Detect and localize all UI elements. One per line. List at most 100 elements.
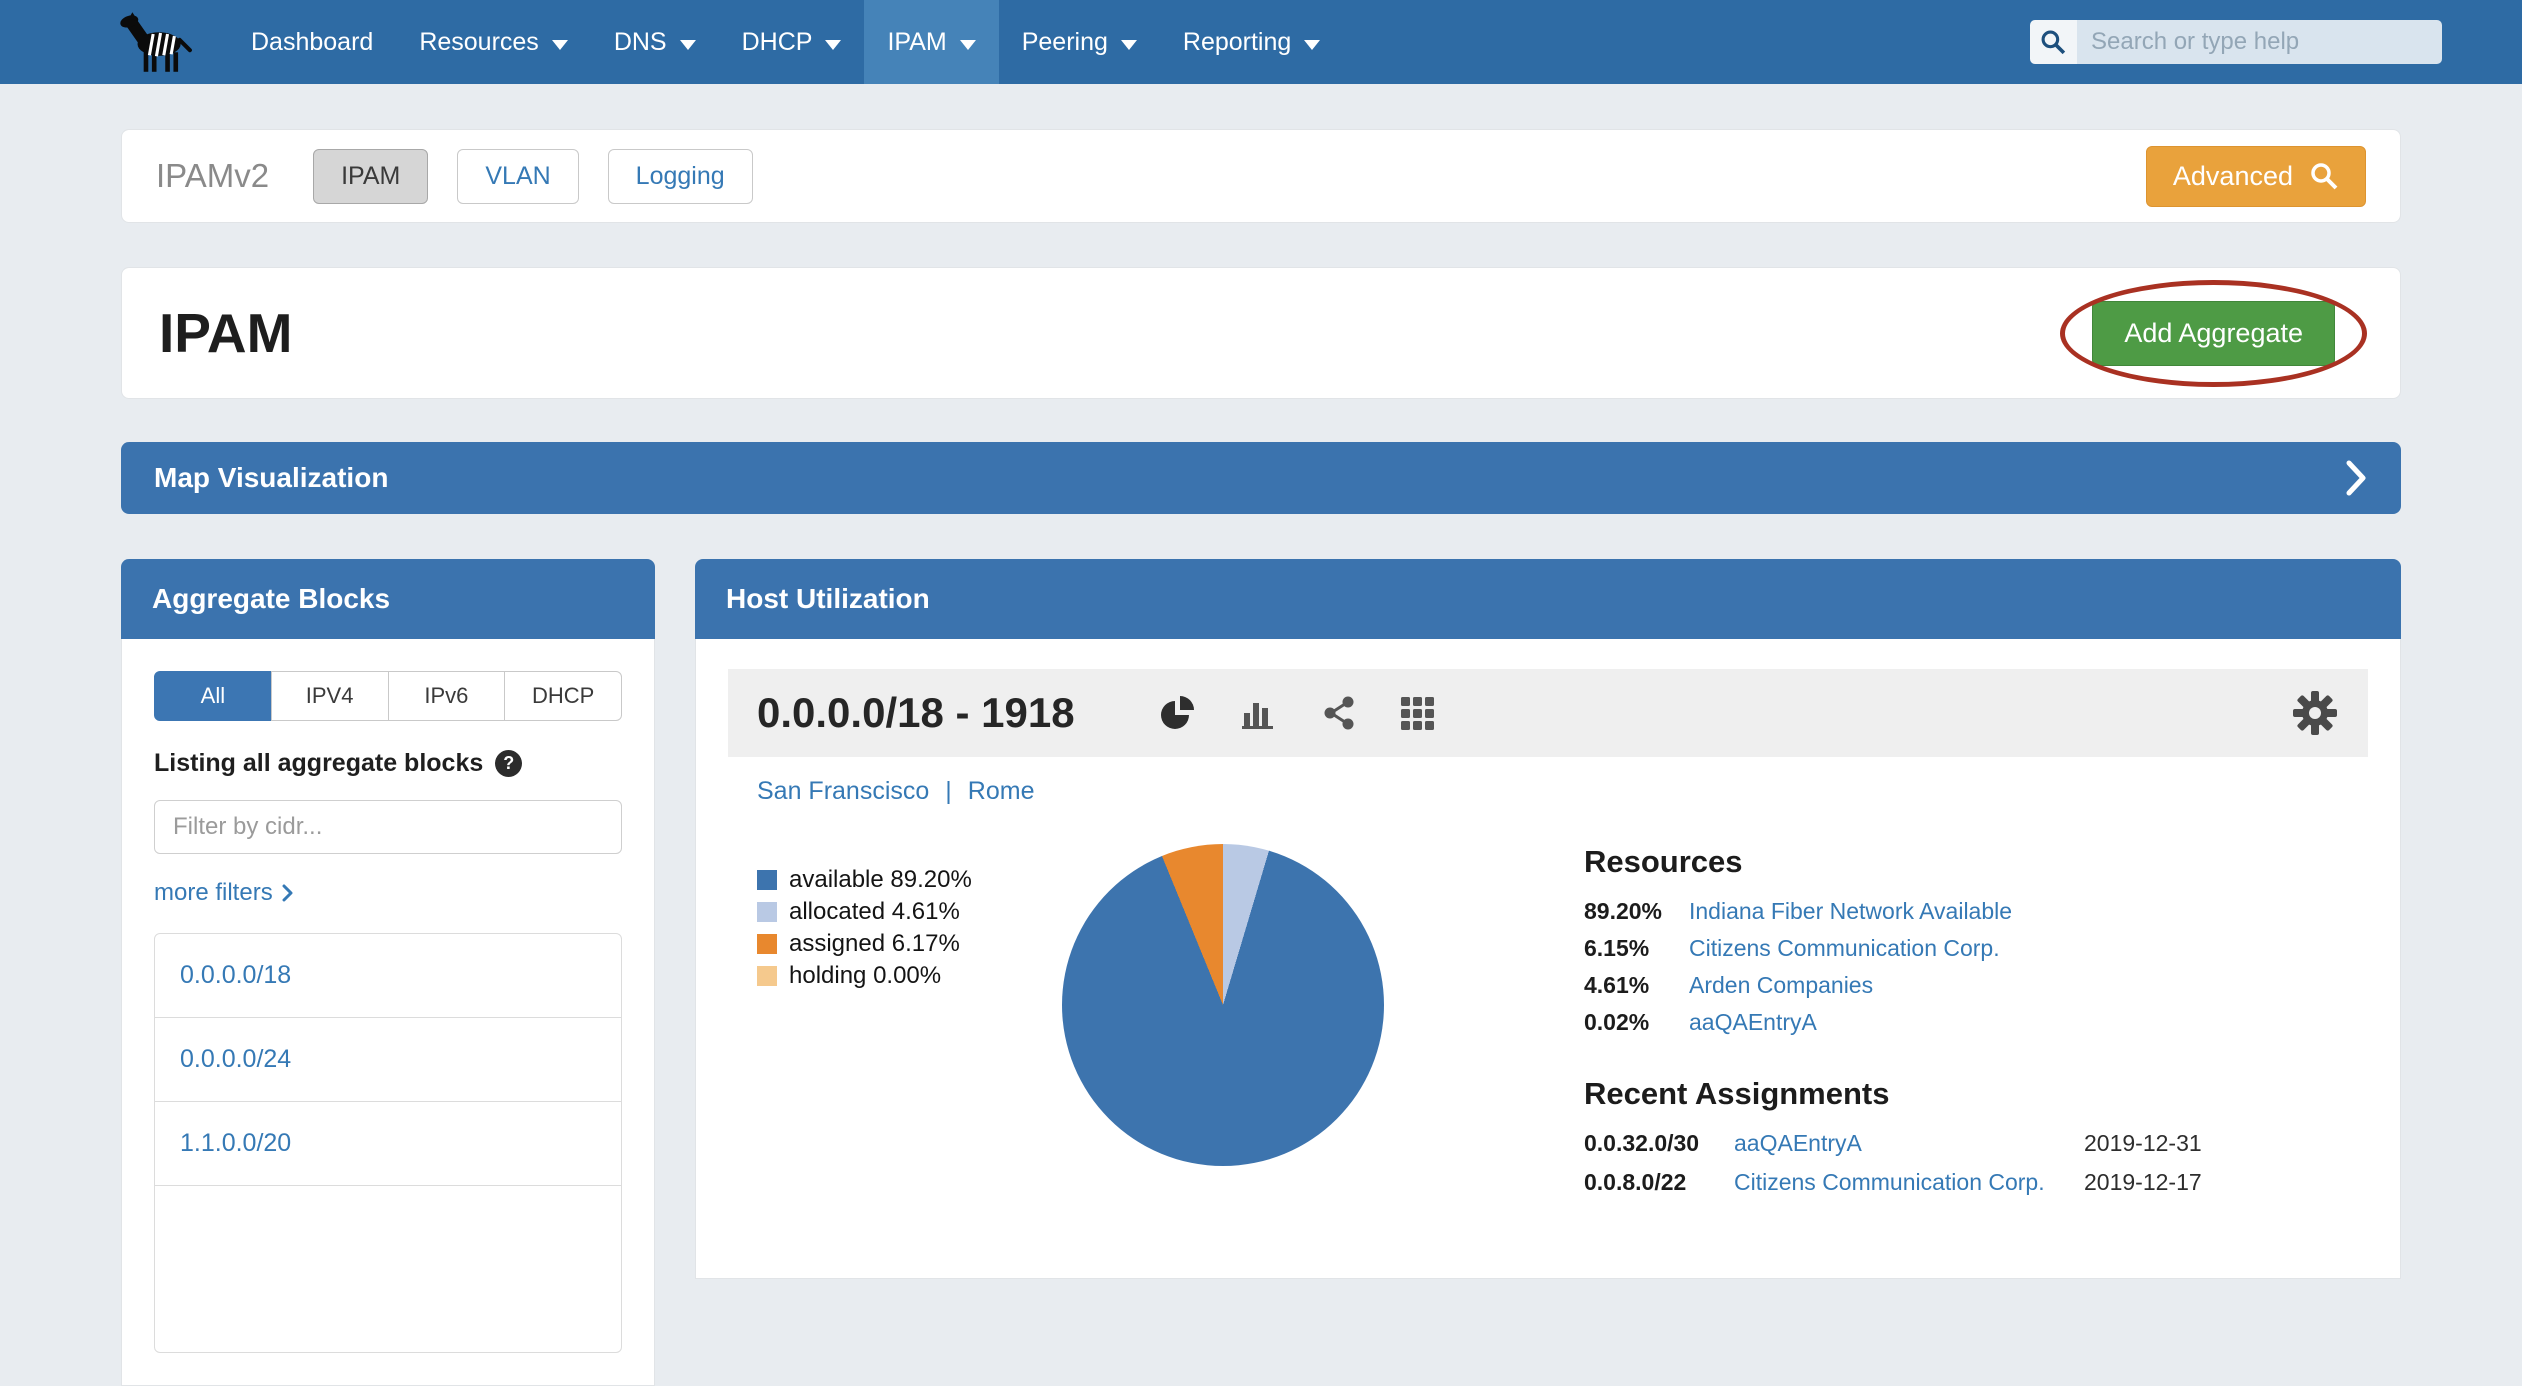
chevron-right-icon [2346, 460, 2368, 496]
legend-label: allocated 4.61% [789, 896, 960, 928]
aggregate-blocks-header: Aggregate Blocks [121, 559, 655, 639]
nav-item-dhcp[interactable]: DHCP [719, 0, 865, 84]
add-aggregate-button[interactable]: Add Aggregate [2092, 301, 2335, 366]
separator: | [945, 777, 952, 806]
nav-item-ipam[interactable]: IPAM [864, 0, 998, 84]
filter-tab-ipv6[interactable]: IPv6 [388, 671, 506, 721]
legend-swatch [757, 934, 777, 954]
pie-chart-icon[interactable] [1159, 695, 1195, 731]
resources-column: Resources 89.20%Indiana Fiber Network Av… [1584, 844, 2368, 1196]
location-link[interactable]: Rome [968, 777, 1035, 806]
page-title: IPAM [159, 301, 292, 365]
chevron-down-icon [552, 40, 568, 50]
resource-percent: 89.20% [1584, 898, 1689, 925]
view-mode-icons [1159, 695, 1434, 731]
more-filters-link[interactable]: more filters [154, 879, 622, 907]
resources-heading: Resources [1584, 844, 2368, 880]
assignment-link[interactable]: aaQAEntryA [1734, 1130, 2084, 1157]
more-filters-label: more filters [154, 879, 273, 907]
advanced-search-button[interactable]: Advanced [2146, 146, 2366, 207]
help-icon[interactable] [495, 750, 522, 777]
nav-label: IPAM [887, 28, 946, 57]
tab-ipam[interactable]: IPAM [313, 149, 428, 204]
listing-label-text: Listing all aggregate blocks [154, 749, 483, 778]
resource-percent: 6.15% [1584, 935, 1689, 962]
filter-tab-dhcp[interactable]: DHCP [504, 671, 622, 721]
assignment-link[interactable]: Citizens Communication Corp. [1734, 1169, 2084, 1196]
resource-link[interactable]: Citizens Communication Corp. [1689, 935, 2368, 962]
grid-icon[interactable] [1401, 697, 1434, 730]
host-utilization-header: Host Utilization [695, 559, 2401, 639]
resource-percent: 4.61% [1584, 972, 1689, 999]
chevron-down-icon [1304, 40, 1320, 50]
ipam-page-header: IPAM Add Aggregate [121, 267, 2401, 399]
aggregate-blocks-title: Aggregate Blocks [152, 583, 390, 615]
assignment-date: 2019-12-31 [2084, 1130, 2368, 1157]
ipamv2-toolbar: IPAMv2 IPAM VLAN Logging Advanced [121, 129, 2401, 223]
nav-item-resources[interactable]: Resources [396, 0, 591, 84]
utilization-chart-row: available 89.20% allocated 4.61% assigne… [728, 844, 2368, 1196]
nav-label: Reporting [1183, 28, 1291, 57]
search-icon [2040, 29, 2067, 56]
utilization-strip: 0.0.0.0/18 - 1918 [728, 669, 2368, 757]
gear-icon [2291, 689, 2339, 737]
nav-item-peering[interactable]: Peering [999, 0, 1160, 84]
top-navbar: Dashboard Resources DNS DHCP IPAM Peerin… [0, 0, 2522, 84]
legend-swatch [757, 870, 777, 890]
chevron-right-icon [282, 884, 294, 902]
assignment-cidr: 0.0.8.0/22 [1584, 1169, 1734, 1196]
nav-label: Resources [419, 28, 539, 57]
legend-swatch [757, 902, 777, 922]
add-aggregate-wrap: Add Aggregate [2092, 301, 2335, 366]
share-icon[interactable] [1321, 695, 1357, 731]
nav-label: DNS [614, 28, 667, 57]
panels-row: Aggregate Blocks All IPV4 IPv6 DHCP List… [121, 559, 2401, 1279]
legend-item: holding 0.00% [757, 960, 1007, 992]
nav-label: DHCP [742, 28, 813, 57]
host-utilization-body: 0.0.0.0/18 - 1918 [695, 639, 2401, 1279]
legend-item: assigned 6.17% [757, 928, 1007, 960]
chevron-down-icon [960, 40, 976, 50]
filter-tab-ipv4[interactable]: IPV4 [271, 671, 389, 721]
utilization-pie-chart [1062, 844, 1384, 1166]
settings-button[interactable] [2291, 689, 2339, 737]
aggregate-block-link[interactable]: 0.0.0.0/18 [155, 934, 621, 1018]
aggregate-block-link[interactable]: 1.1.0.0/20 [155, 1102, 621, 1186]
search-input[interactable] [2077, 20, 2442, 64]
nav-item-dashboard[interactable]: Dashboard [228, 0, 396, 84]
recent-assignments-heading: Recent Assignments [1584, 1076, 2368, 1112]
chevron-down-icon [1121, 40, 1137, 50]
zebra-logo[interactable] [118, 11, 194, 73]
legend-swatch [757, 966, 777, 986]
toolbar-title: IPAMv2 [156, 157, 269, 195]
aggregate-block-list: 0.0.0.0/18 0.0.0.0/24 1.1.0.0/20 [154, 933, 622, 1353]
listing-label: Listing all aggregate blocks [154, 749, 622, 778]
chevron-down-icon [825, 40, 841, 50]
legend-label: available 89.20% [789, 864, 972, 896]
bar-chart-icon[interactable] [1239, 695, 1277, 731]
chevron-down-icon [680, 40, 696, 50]
host-utilization-title: Host Utilization [726, 583, 930, 615]
location-links: San Franscisco | Rome [757, 777, 2368, 806]
pie-legend: available 89.20% allocated 4.61% assigne… [757, 864, 1007, 1196]
legend-label: holding 0.00% [789, 960, 941, 992]
nav-item-reporting[interactable]: Reporting [1160, 0, 1343, 84]
block-subject: 0.0.0.0/18 - 1918 [757, 689, 1075, 737]
location-link[interactable]: San Franscisco [757, 777, 929, 806]
tab-logging[interactable]: Logging [608, 149, 753, 204]
assignment-cidr: 0.0.32.0/30 [1584, 1130, 1734, 1157]
search-icon [2309, 161, 2339, 191]
resources-list: 89.20%Indiana Fiber Network Available 6.… [1584, 898, 2368, 1036]
nav-item-dns[interactable]: DNS [591, 0, 719, 84]
resource-link[interactable]: aaQAEntryA [1689, 1009, 2368, 1036]
aggregate-block-link[interactable]: 0.0.0.0/24 [155, 1018, 621, 1102]
host-utilization-panel: Host Utilization 0.0.0.0/18 - 1918 [695, 559, 2401, 1279]
resource-link[interactable]: Indiana Fiber Network Available [1689, 898, 2368, 925]
map-visualization-bar[interactable]: Map Visualization [121, 442, 2401, 514]
advanced-label: Advanced [2173, 161, 2293, 192]
search-button[interactable] [2030, 20, 2077, 64]
cidr-filter-input[interactable] [154, 800, 622, 854]
tab-vlan[interactable]: VLAN [457, 149, 578, 204]
resource-link[interactable]: Arden Companies [1689, 972, 2368, 999]
filter-tab-all[interactable]: All [154, 671, 272, 721]
